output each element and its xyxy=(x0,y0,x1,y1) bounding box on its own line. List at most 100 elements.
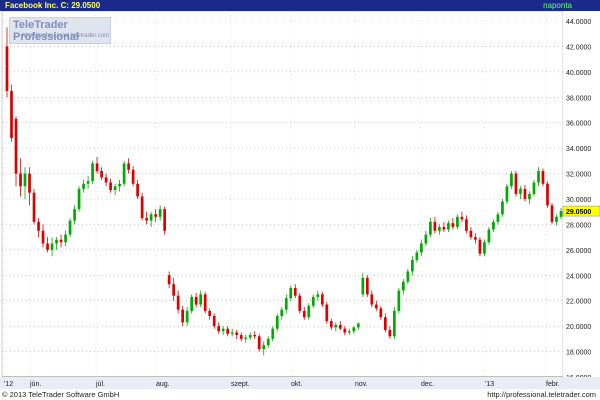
candle-body xyxy=(397,290,401,311)
plot-area xyxy=(1,11,564,378)
logo-name: TeleTrader Professional xyxy=(13,19,80,43)
candle-body xyxy=(271,328,275,339)
candle-body xyxy=(100,171,103,178)
candle-body xyxy=(411,260,414,272)
x-tick-label: febr. xyxy=(546,381,560,388)
candle-body xyxy=(451,223,455,227)
candle-body xyxy=(226,328,230,334)
candle-body xyxy=(5,46,9,91)
y-tick-label: 30.0000 xyxy=(566,197,591,204)
chart-title-bar: Facebook Inc. C: 29.0500 naponta xyxy=(0,0,600,11)
candle-body xyxy=(262,345,266,350)
candle-body xyxy=(424,234,428,244)
candle-body xyxy=(19,173,22,187)
candle-body xyxy=(465,219,468,231)
candle-body xyxy=(176,295,180,310)
x-tick-label: aug. xyxy=(156,381,170,388)
candle-body xyxy=(253,335,257,337)
candle-body xyxy=(510,173,513,187)
last-price-label: 29.0500 xyxy=(566,209,591,216)
candle-body xyxy=(356,323,360,328)
candle-body xyxy=(460,216,464,220)
candle-body xyxy=(91,163,94,182)
candle-body xyxy=(59,239,63,243)
candle-body xyxy=(194,296,198,305)
candle-body xyxy=(113,186,117,191)
candle-body xyxy=(145,218,148,221)
candle-body xyxy=(347,331,351,333)
candle-body xyxy=(496,214,500,222)
candle-body xyxy=(257,336,261,350)
candle-body xyxy=(158,209,162,217)
candle-body xyxy=(298,295,302,311)
candle-body xyxy=(86,181,90,184)
candlestick-chart[interactable]: 16.000018.000020.000022.000024.000026.00… xyxy=(0,11,600,389)
candle-body xyxy=(235,332,239,336)
y-tick-label: 34.0000 xyxy=(566,146,591,153)
candle-body xyxy=(203,294,207,311)
chart-window: Facebook Inc. C: 29.0500 naponta 16.0000… xyxy=(0,0,600,400)
candle-body xyxy=(307,305,311,318)
candle-body xyxy=(172,284,176,296)
y-tick-label: 20.0000 xyxy=(566,324,591,331)
candle-body xyxy=(514,173,518,194)
candle-body xyxy=(361,277,365,295)
candle-body xyxy=(64,234,67,243)
candle-body xyxy=(104,177,108,183)
candle-body xyxy=(492,221,495,230)
y-tick-label: 44.0000 xyxy=(566,19,591,26)
candle-body xyxy=(392,310,396,337)
candle-body xyxy=(555,216,558,222)
candle-body xyxy=(82,183,85,189)
candle-body xyxy=(154,214,157,217)
candle-body xyxy=(546,183,549,206)
x-tick-label: '12 xyxy=(4,381,13,388)
candle-body xyxy=(487,229,491,243)
candle-body xyxy=(329,321,333,328)
candle-body xyxy=(537,171,540,183)
candle-body xyxy=(190,296,194,311)
y-tick-label: 24.0000 xyxy=(566,273,591,280)
candle-body xyxy=(433,221,437,231)
candle-body xyxy=(181,309,185,323)
x-tick-label: szept. xyxy=(231,381,250,388)
candle-body xyxy=(208,310,212,316)
y-tick-label: 38.0000 xyxy=(566,95,591,102)
candle-body xyxy=(275,315,279,329)
price-axis xyxy=(563,11,600,377)
candle-body xyxy=(302,310,306,318)
y-tick-label: 40.0000 xyxy=(566,70,591,77)
candle-body xyxy=(519,188,522,194)
candle-body xyxy=(334,324,338,328)
candle-body xyxy=(343,328,347,333)
candle-body xyxy=(68,220,72,235)
candle-body xyxy=(185,310,189,323)
x-tick-label: júl. xyxy=(95,381,105,388)
candle-body xyxy=(370,294,374,305)
candle-body xyxy=(136,183,139,197)
candle-body xyxy=(149,214,153,221)
candle-body xyxy=(541,171,545,184)
logo-url: http://professional.teletrader.com xyxy=(22,33,110,39)
candle-body xyxy=(289,288,293,299)
footer: © 2013 TeleTrader Software GmbH http://p… xyxy=(0,389,600,400)
candle-body xyxy=(230,332,234,334)
candle-body xyxy=(420,243,423,253)
candle-body xyxy=(402,281,405,291)
candle-body xyxy=(221,328,225,332)
candle-body xyxy=(456,216,459,227)
candle-body xyxy=(438,226,441,231)
candle-body xyxy=(293,288,297,296)
footer-copyright: © 2013 TeleTrader Software GmbH xyxy=(2,390,120,399)
x-tick-label: '13 xyxy=(485,381,494,388)
candle-body xyxy=(14,118,18,174)
candle-body xyxy=(280,309,284,316)
candle-body xyxy=(365,277,369,295)
candle-body xyxy=(383,317,387,330)
candle-body xyxy=(122,163,126,184)
candle-body xyxy=(41,230,45,244)
chart-period[interactable]: naponta xyxy=(543,0,572,11)
footer-url[interactable]: http://professional.teletrader.com xyxy=(487,389,596,400)
candle-body xyxy=(239,335,243,339)
candle-body xyxy=(55,239,58,244)
